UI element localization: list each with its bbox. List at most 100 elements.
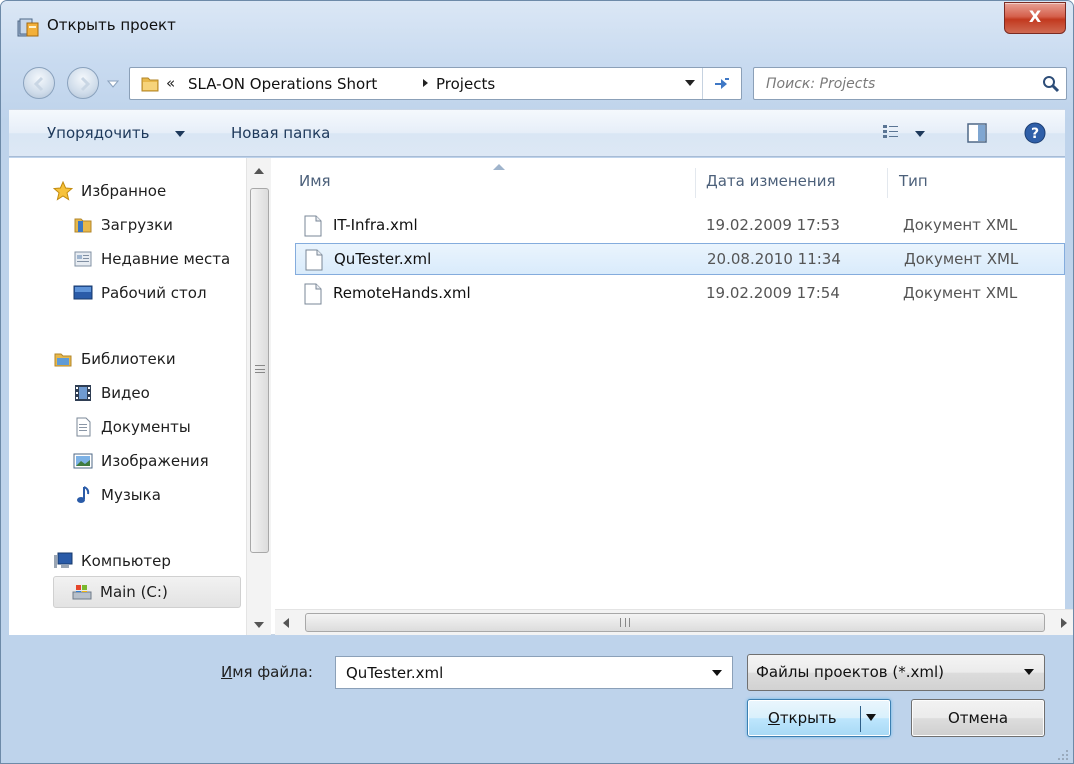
filename-combobox[interactable] <box>335 656 733 689</box>
navigation-bar: « SLA-ON Operations Short Projects <box>1 57 1073 107</box>
refresh-button[interactable] <box>702 68 742 99</box>
column-type-label: Тип <box>899 172 928 190</box>
pictures-icon <box>73 453 93 469</box>
forward-arrow-icon <box>80 76 91 92</box>
command-toolbar: Упорядочить Новая папка ? <box>9 109 1065 157</box>
filetype-dropdown-icon[interactable] <box>1024 669 1034 675</box>
scroll-right-icon[interactable] <box>1061 618 1067 628</box>
scroll-grip <box>255 365 265 373</box>
column-header-type[interactable]: Тип <box>899 172 928 190</box>
view-dropdown-icon[interactable] <box>915 131 925 137</box>
open-button-split-divider <box>860 706 861 732</box>
search-input[interactable] <box>764 73 1024 95</box>
column-separator[interactable] <box>887 168 888 198</box>
title-bar[interactable]: Открыть проект X <box>1 1 1073 57</box>
nav-pictures-label: Изображения <box>101 452 209 470</box>
dialog-footer: Имя файла: Файлы проектов (*.xml) Открыт… <box>1 637 1073 763</box>
breadcrumb-sla-on[interactable]: SLA-ON Operations Short <box>188 75 377 93</box>
scroll-down-icon[interactable] <box>254 622 264 628</box>
nav-documents[interactable]: Документы <box>73 412 245 442</box>
back-arrow-icon <box>33 76 44 92</box>
organize-dropdown-icon[interactable] <box>175 131 185 137</box>
folder-icon <box>141 77 159 92</box>
file-row[interactable]: RemoteHands.xml 19.02.2009 17:54 Докумен… <box>295 278 1065 310</box>
nav-scroll-thumb[interactable] <box>250 188 269 553</box>
window-title: Открыть проект <box>47 16 176 34</box>
computer-icon <box>54 552 73 568</box>
filetype-select[interactable]: Файлы проектов (*.xml) <box>747 654 1045 691</box>
nav-computer[interactable]: Компьютер <box>53 546 243 576</box>
nav-music[interactable]: Музыка <box>73 480 245 510</box>
nav-pane-scrollbar[interactable] <box>246 158 271 635</box>
file-name: QuTester.xml <box>334 250 432 268</box>
organize-button[interactable]: Упорядочить <box>47 124 149 142</box>
open-button[interactable]: Открыть <box>747 699 891 737</box>
filename-label-accesskey: И <box>221 663 233 681</box>
filename-label: Имя файла: <box>221 663 313 681</box>
nav-video[interactable]: Видео <box>73 378 245 408</box>
column-name-label: Имя <box>299 172 331 190</box>
file-date: 19.02.2009 17:53 <box>706 216 840 234</box>
address-bar[interactable]: « SLA-ON Operations Short Projects <box>129 67 742 100</box>
nav-recent-places-label: Недавние места <box>101 250 231 268</box>
drive-icon <box>72 585 92 600</box>
preview-pane-icon[interactable] <box>967 123 987 143</box>
history-dropdown-icon[interactable] <box>107 79 119 89</box>
column-separator[interactable] <box>695 168 696 198</box>
nav-favorites[interactable]: Избранное <box>53 176 243 206</box>
file-row-selected[interactable]: QuTester.xml 20.08.2010 11:34 Документ X… <box>295 243 1065 275</box>
nav-desktop-label: Рабочий стол <box>101 284 207 302</box>
filename-dropdown-icon[interactable] <box>712 670 722 676</box>
desktop-icon <box>73 285 93 300</box>
nav-libraries[interactable]: Библиотеки <box>53 344 243 374</box>
breadcrumb-projects[interactable]: Projects <box>436 75 495 93</box>
file-name: IT-Infra.xml <box>333 216 418 234</box>
nav-drive-label: Main (C:) <box>100 583 168 601</box>
new-folder-button[interactable]: Новая папка <box>231 124 330 142</box>
column-date-label: Дата изменения <box>706 172 836 190</box>
help-icon[interactable]: ? <box>1023 121 1047 145</box>
documents-icon <box>76 417 91 437</box>
nav-music-label: Музыка <box>101 486 161 504</box>
search-box[interactable] <box>753 67 1067 100</box>
forward-button[interactable] <box>67 67 99 99</box>
scroll-up-icon[interactable] <box>254 168 264 174</box>
filename-label-text: мя файла: <box>232 663 313 681</box>
nav-downloads[interactable]: Загрузки <box>73 210 245 240</box>
nav-drive-c[interactable]: Main (C:) <box>53 576 241 608</box>
nav-desktop[interactable]: Рабочий стол <box>73 278 245 308</box>
nav-pictures[interactable]: Изображения <box>73 446 245 476</box>
address-dropdown-icon[interactable] <box>685 80 695 87</box>
search-icon[interactable] <box>1042 75 1060 93</box>
change-view-icon[interactable] <box>882 123 900 141</box>
nav-recent-places[interactable]: Недавние места <box>73 244 245 274</box>
downloads-folder-icon <box>74 218 92 233</box>
column-header-name[interactable]: Имя <box>299 172 331 190</box>
xml-file-icon <box>305 249 323 271</box>
star-icon <box>53 181 73 201</box>
address-overflow[interactable]: « <box>166 74 175 92</box>
scroll-left-icon[interactable] <box>283 618 289 628</box>
open-options-dropdown-icon[interactable] <box>866 714 876 721</box>
open-button-label: Открыть <box>768 709 837 727</box>
file-pane-horizontal-scrollbar[interactable] <box>275 609 1073 635</box>
cancel-button-label: Отмена <box>947 709 1009 727</box>
content-area: Избранное Загрузки Недавние места Рабочи… <box>9 158 1073 635</box>
resize-grip-icon[interactable] <box>1057 749 1069 761</box>
filename-input[interactable] <box>344 662 694 684</box>
filetype-value: Файлы проектов (*.xml) <box>756 663 944 681</box>
file-row[interactable]: IT-Infra.xml 19.02.2009 17:53 Документ X… <box>295 210 1065 242</box>
nav-downloads-label: Загрузки <box>101 216 173 234</box>
horizontal-scroll-thumb[interactable] <box>305 613 1045 632</box>
file-date: 20.08.2010 11:34 <box>707 250 841 268</box>
file-type: Документ XML <box>903 284 1018 302</box>
breadcrumb-separator-icon[interactable] <box>422 78 430 88</box>
xml-file-icon <box>304 215 322 237</box>
column-header-date[interactable]: Дата изменения <box>706 172 836 190</box>
navigation-pane: Избранное Загрузки Недавние места Рабочи… <box>9 158 271 635</box>
back-button[interactable] <box>23 67 55 99</box>
close-button[interactable]: X <box>1004 2 1066 34</box>
scroll-grip <box>620 618 630 627</box>
cancel-button[interactable]: Отмена <box>911 699 1045 737</box>
music-icon <box>77 486 90 503</box>
